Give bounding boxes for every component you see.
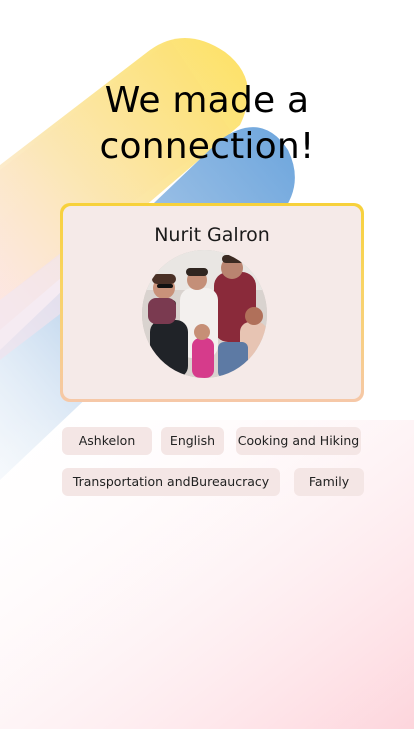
tag-chip-help[interactable]: Transportation andBureaucracy <box>62 468 280 496</box>
headline-line-2: connection! <box>99 126 315 167</box>
profile-photo <box>142 250 267 378</box>
profile-card[interactable]: Nurit Galron <box>60 203 364 402</box>
tag-chip-label: English <box>169 433 216 448</box>
profile-name: Nurit Galron <box>154 224 270 246</box>
tag-chip-location[interactable]: Ashkelon <box>62 427 152 455</box>
tag-chip-label: Family <box>308 474 350 489</box>
tag-chip-language[interactable]: English <box>161 427 224 455</box>
profile-card-body: Nurit Galron <box>63 206 361 399</box>
avatar <box>142 250 267 378</box>
headline: We made a connection! <box>0 78 414 170</box>
tag-chip-hobby[interactable]: Cooking and Hiking <box>236 427 361 455</box>
tag-chip-label: Cooking and Hiking <box>237 433 360 448</box>
tag-chip-label: Transportation andBureaucracy <box>72 474 270 489</box>
tag-chip-family[interactable]: Family <box>294 468 364 496</box>
headline-line-1: We made a <box>104 80 310 121</box>
tag-chip-label: Ashkelon <box>78 433 136 448</box>
